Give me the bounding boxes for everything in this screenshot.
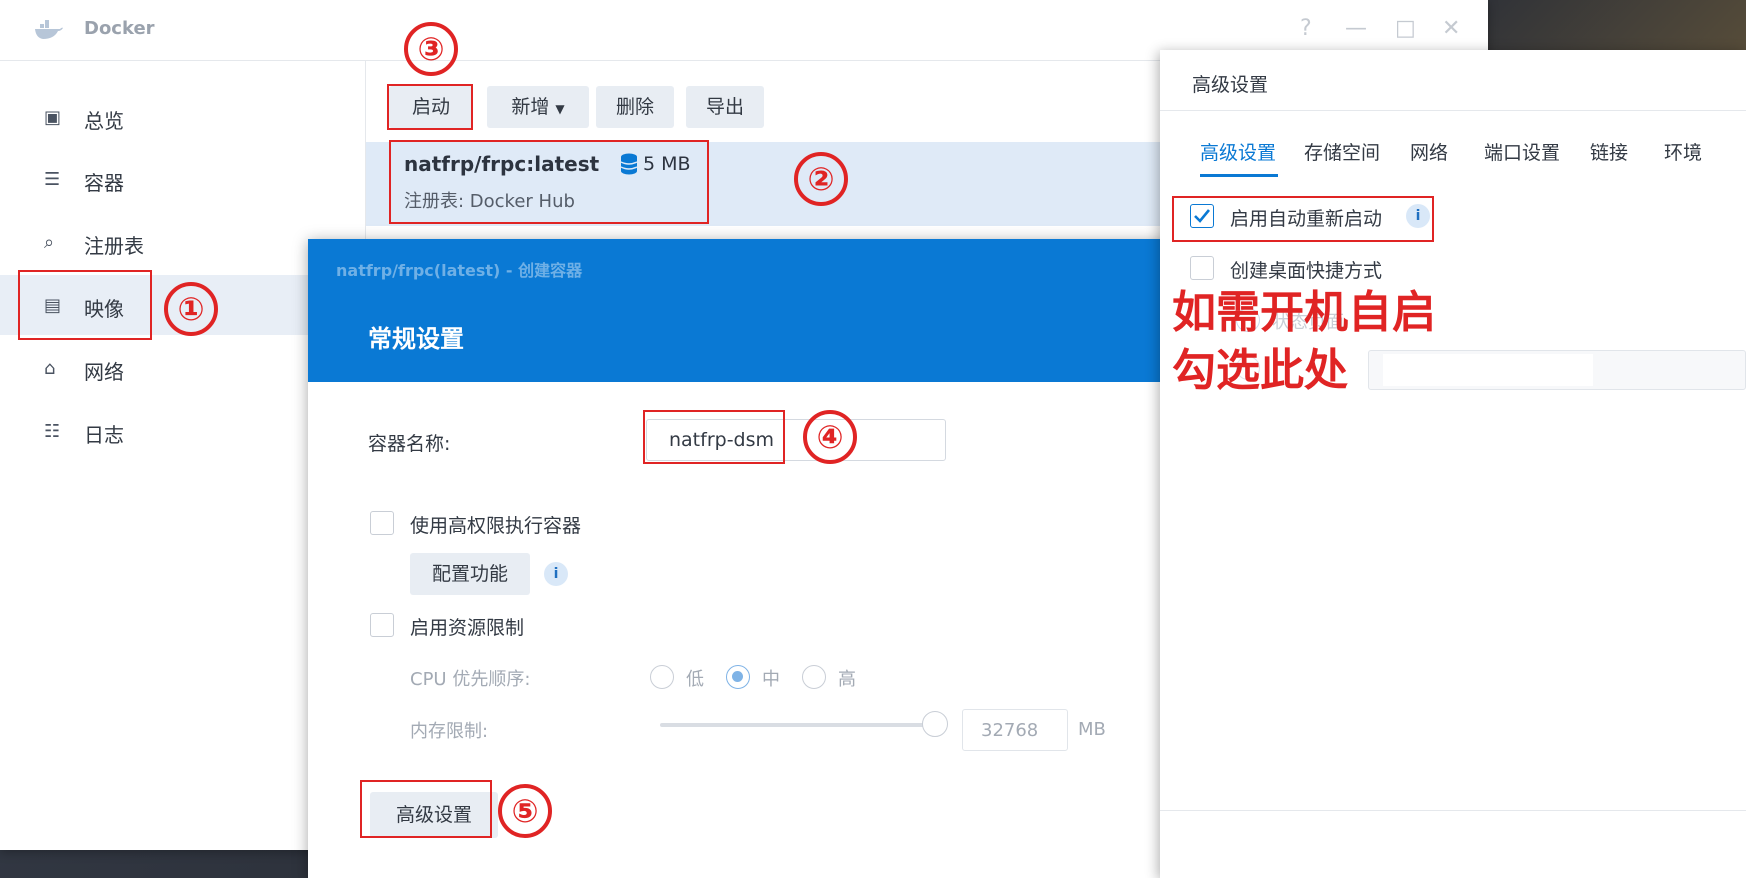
container-name-label: 容器名称: (368, 433, 451, 455)
sidebar-item-label: 容器 (84, 171, 124, 195)
footer-divider (1160, 810, 1746, 811)
resource-limit-checkbox[interactable] (370, 613, 394, 637)
export-button[interactable]: 导出 (686, 86, 764, 128)
maximize-icon[interactable]: □ (1395, 16, 1416, 41)
highlight-advanced-button (360, 780, 492, 838)
cpu-low-radio[interactable] (650, 665, 674, 689)
app-title: Docker (84, 18, 155, 39)
delete-button[interactable]: 删除 (596, 86, 674, 128)
url-input-field (1383, 354, 1593, 386)
resource-limit-label: 启用资源限制 (410, 617, 525, 639)
cpu-low-label: 低 (686, 669, 704, 690)
config-features-button[interactable]: 配置功能 (410, 553, 530, 595)
highlight-image-menu (18, 270, 152, 340)
sidebar-item-label: 网络 (84, 360, 124, 384)
log-icon: ☷ (44, 421, 61, 442)
registry-icon: ⌕ (44, 232, 55, 253)
sidebar-item-overview[interactable]: ▣ 总览 (0, 87, 365, 147)
step-3-marker: ③ (404, 22, 458, 76)
highlight-auto-restart (1172, 196, 1434, 242)
tab-port-settings[interactable]: 端口设置 (1484, 138, 1560, 165)
minimize-icon[interactable]: — (1345, 16, 1367, 41)
step-5-marker: ⑤ (498, 784, 552, 838)
active-tab-indicator (1200, 174, 1278, 177)
step-1-marker: ① (164, 282, 218, 336)
memory-slider-track[interactable] (660, 723, 930, 727)
cpu-mid-label: 中 (762, 669, 780, 690)
docker-logo-icon (35, 20, 63, 39)
memory-limit-label: 内存限制: (410, 721, 489, 742)
add-button-label: 新增 (511, 96, 550, 118)
memory-slider-handle[interactable] (922, 711, 948, 737)
tab-links[interactable]: 链接 (1590, 138, 1628, 165)
cpu-mid-radio[interactable] (726, 665, 750, 689)
divider (1160, 110, 1746, 111)
dialog-title: 常规设置 (368, 325, 464, 353)
help-icon[interactable]: ? (1300, 16, 1312, 41)
highlight-name-input (643, 410, 785, 464)
sidebar-item-container[interactable]: ☰ 容器 (0, 149, 365, 209)
cpu-high-label: 高 (838, 669, 856, 690)
tab-advanced[interactable]: 高级设置 (1200, 138, 1276, 165)
sidebar-item-label: 日志 (84, 423, 124, 447)
tab-environment[interactable]: 环境 (1664, 138, 1702, 165)
add-button[interactable]: 新增 ▼ (487, 86, 589, 128)
caret-down-icon: ▼ (555, 102, 565, 116)
cpu-high-radio[interactable] (802, 665, 826, 689)
dialog-subtitle: natfrp/frpc(latest) - 创建容器 (336, 261, 583, 280)
container-icon: ☰ (44, 169, 61, 190)
advanced-settings-panel: 高级设置 高级设置 存储空间 网络 端口设置 链接 环境 启用自动重新启动 i … (1160, 50, 1746, 878)
tab-storage[interactable]: 存储空间 (1304, 138, 1380, 165)
annotation-note-line1: 如需开机自启 (1172, 287, 1436, 338)
annotation-note-line2: 勾选此处 (1172, 345, 1348, 396)
radio-dot (732, 671, 743, 682)
memory-limit-input[interactable]: 32768 (962, 709, 1068, 751)
network-icon: ⌂ (44, 358, 56, 379)
privileged-checkbox[interactable] (370, 511, 394, 535)
memory-unit: MB (1078, 719, 1106, 740)
overview-icon: ▣ (44, 107, 62, 128)
advanced-panel-title: 高级设置 (1192, 74, 1269, 96)
url-input[interactable] (1368, 350, 1746, 390)
step-2-marker: ② (794, 152, 848, 206)
info-icon[interactable]: i (544, 562, 568, 586)
sidebar-item-label: 总览 (84, 109, 124, 133)
cpu-priority-label: CPU 优先顺序: (410, 669, 531, 690)
tab-network[interactable]: 网络 (1410, 138, 1448, 165)
highlight-image-row (389, 140, 709, 224)
sidebar-item-label: 注册表 (84, 234, 144, 258)
memory-limit-value: 32768 (981, 720, 1039, 741)
privileged-label: 使用高权限执行容器 (410, 515, 582, 537)
step-4-marker: ④ (803, 410, 857, 464)
close-icon[interactable]: ✕ (1442, 16, 1460, 41)
highlight-start-button (387, 84, 473, 130)
dialog-header: natfrp/frpc(latest) - 创建容器 常规设置 (308, 239, 1176, 382)
